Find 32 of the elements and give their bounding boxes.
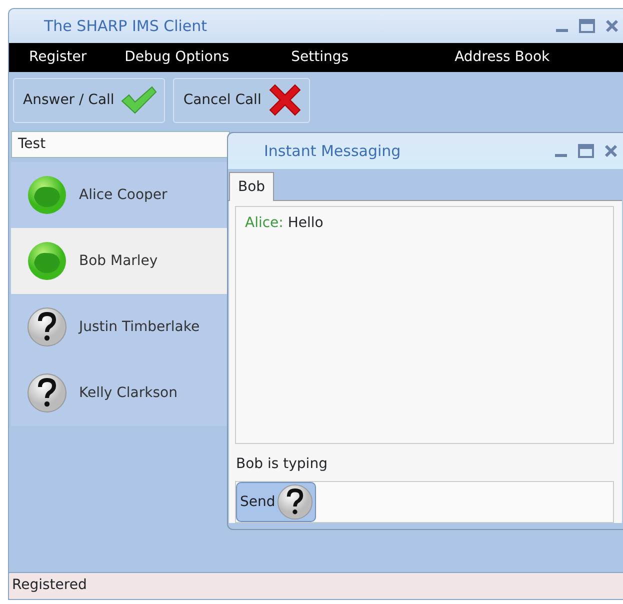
status-online-icon xyxy=(27,175,67,215)
cross-icon xyxy=(267,82,304,118)
menu-item[interactable]: Register xyxy=(29,47,87,68)
maximize-icon[interactable] xyxy=(578,144,594,158)
contact-item[interactable]: Justin Timberlake xyxy=(11,294,230,360)
window-title: The SHARP IMS Client xyxy=(44,16,208,37)
menu-item[interactable]: Address Book xyxy=(454,47,550,68)
contact-name: Kelly Clarkson xyxy=(79,384,178,402)
typing-status: Bob is typing xyxy=(236,455,328,474)
cancel-call-button[interactable]: Cancel Call xyxy=(173,78,310,122)
chat-tab[interactable]: Bob xyxy=(229,172,274,202)
question-icon xyxy=(27,307,67,347)
checkmark-icon xyxy=(120,85,158,115)
status-online-icon xyxy=(27,241,67,281)
maximize-icon[interactable] xyxy=(579,19,595,33)
question-icon xyxy=(27,373,67,413)
contact-item[interactable]: Bob Marley xyxy=(11,228,230,294)
status-bar: Registered xyxy=(9,572,623,599)
contact-name: Alice Cooper xyxy=(79,186,168,204)
menu-item[interactable]: Settings xyxy=(291,47,349,68)
contact-group-header: Test xyxy=(11,131,230,158)
contact-name: Bob Marley xyxy=(79,252,158,270)
close-icon[interactable] xyxy=(605,19,619,33)
contact-name: Justin Timberlake xyxy=(79,318,200,336)
contact-item[interactable]: Kelly Clarkson xyxy=(11,360,230,426)
close-icon[interactable] xyxy=(604,144,618,158)
contact-item[interactable]: Alice Cooper xyxy=(11,162,230,228)
window-title: Instant Messaging xyxy=(264,140,401,162)
menu-item[interactable]: Debug Options xyxy=(124,47,230,68)
message-sender: Alice: xyxy=(245,215,284,231)
message-text: Hello xyxy=(288,215,324,231)
answer-call-button[interactable]: Answer / Call xyxy=(13,78,166,122)
